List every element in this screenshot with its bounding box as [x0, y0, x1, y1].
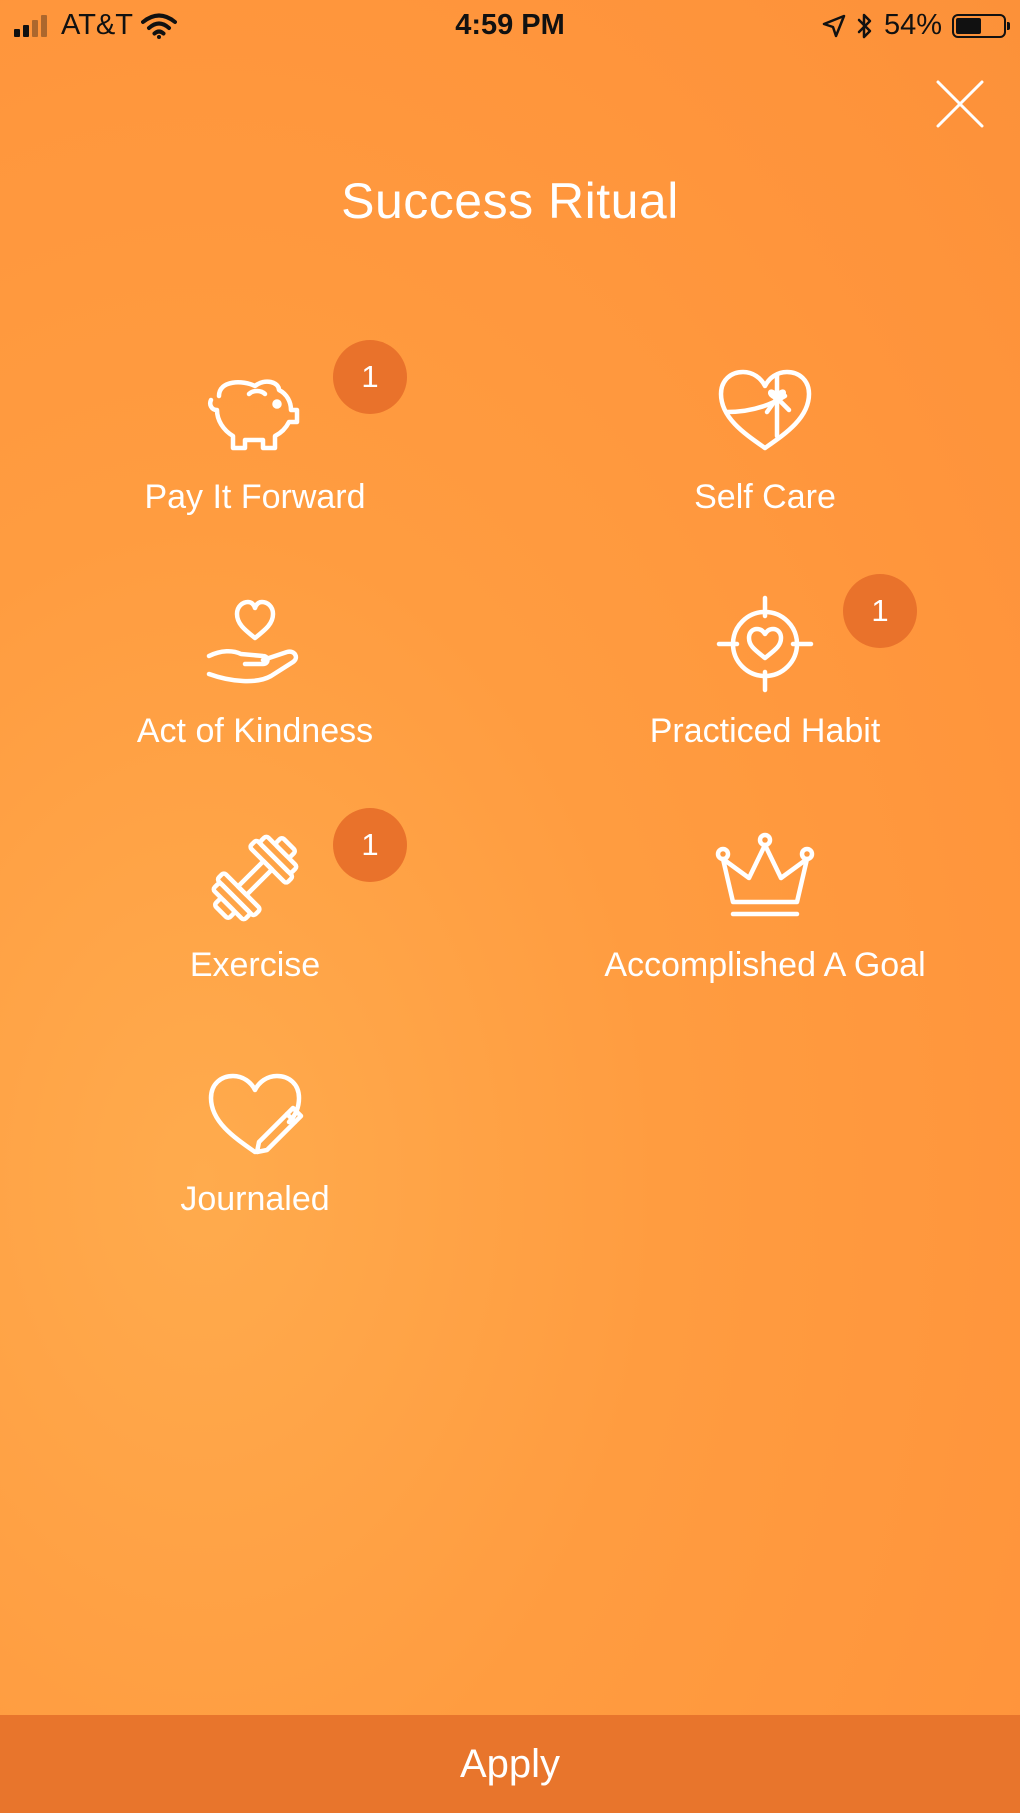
battery-percent: 54% — [883, 9, 942, 41]
bluetooth-icon — [857, 13, 872, 38]
ritual-accomplished-a-goal[interactable]: Accomplished A Goal — [545, 808, 985, 1008]
ritual-label: Journaled — [180, 1180, 330, 1218]
ritual-exercise[interactable]: 1 Exercise — [35, 808, 475, 1008]
ritual-badge: 1 — [843, 574, 917, 648]
ritual-practiced-habit[interactable]: 1 Practiced Habit — [545, 574, 985, 774]
hand-heart-icon — [206, 599, 299, 684]
heart-gift-icon — [718, 369, 812, 451]
ritual-act-of-kindness[interactable]: Act of Kindness — [35, 574, 475, 774]
ritual-label: Pay It Forward — [144, 478, 366, 516]
ritual-label: Self Care — [694, 478, 836, 516]
status-bar: AT&T 4:59 PM 54% — [0, 0, 1020, 52]
dumbbell-icon — [211, 834, 299, 922]
heart-pencil-icon — [208, 1073, 304, 1155]
crown-icon — [715, 832, 815, 917]
ritual-badge: 1 — [333, 808, 407, 882]
ritual-label: Accomplished A Goal — [604, 946, 926, 984]
battery-fill — [956, 17, 981, 34]
ritual-journaled[interactable]: Journaled — [35, 1042, 475, 1242]
ritual-label: Act of Kindness — [136, 712, 374, 750]
location-icon — [822, 14, 846, 37]
ritual-label: Exercise — [189, 946, 321, 984]
battery-icon — [952, 13, 1010, 38]
target-heart-icon — [716, 595, 814, 693]
page-title: Success Ritual — [341, 173, 679, 229]
ritual-label: Practiced Habit — [649, 712, 881, 750]
ritual-self-care[interactable]: Self Care — [545, 340, 985, 540]
ritual-badge: 1 — [333, 340, 407, 414]
ritual-pay-it-forward[interactable]: 1 Pay It Forward — [35, 340, 475, 540]
status-right: 54% — [822, 9, 1010, 42]
piggy-bank-icon — [208, 379, 300, 451]
close-icon[interactable] — [932, 76, 988, 132]
apply-button[interactable]: Apply — [0, 1715, 1020, 1813]
